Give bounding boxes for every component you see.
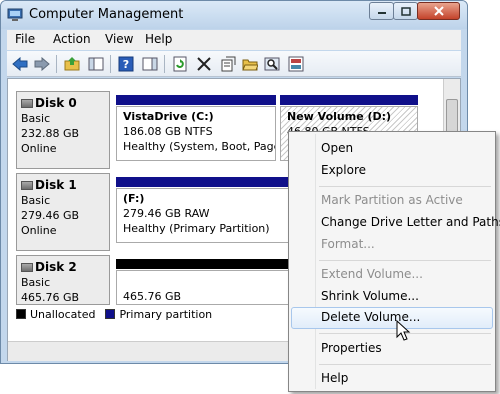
mouse-cursor-icon [396, 320, 411, 341]
open-folder-button[interactable] [241, 55, 259, 73]
title-bar[interactable]: Computer Management [1, 1, 467, 29]
legend-primary-partition: Primary partition [119, 307, 213, 321]
legend-unallocated: Unallocated [30, 307, 96, 321]
settings-icon [288, 56, 304, 72]
menu-help[interactable]: Help [291, 368, 493, 390]
disk-1-label[interactable]: Disk 1 Basic 279.46 GB Online [16, 173, 110, 251]
disk-status: Online [21, 224, 57, 237]
disk-0-label[interactable]: Disk 0 Basic 232.88 GB Online [16, 91, 110, 169]
show-hide-tree-button[interactable] [87, 55, 105, 73]
search-icon [264, 57, 280, 71]
menu-view[interactable]: View [105, 32, 133, 46]
disk-icon [21, 99, 33, 108]
window-title: Computer Management [29, 7, 184, 22]
toolbar-separator [56, 55, 57, 73]
menu-extend-volume[interactable]: Extend Volume... [291, 264, 493, 286]
disk-size: 279.46 GB [21, 209, 80, 222]
disk-2-label[interactable]: Disk 2 Basic 465.76 GB [16, 255, 110, 305]
disk-icon [21, 263, 33, 272]
computer-management-icon [7, 8, 23, 21]
search-button[interactable] [263, 55, 281, 73]
help-icon: ? [118, 56, 134, 72]
menu-delete-volume[interactable]: Delete Volume... [291, 307, 493, 329]
open-folder-icon [242, 59, 258, 71]
back-icon [12, 57, 28, 71]
properties-icon [221, 56, 236, 72]
partition-bar [116, 95, 276, 105]
up-folder-button[interactable] [63, 55, 81, 73]
delete-button[interactable] [195, 55, 213, 73]
toolbar: ? [7, 51, 461, 77]
minimize-icon [377, 12, 386, 14]
disk-name: Disk 1 [35, 178, 77, 192]
disk-type: Basic [21, 112, 51, 125]
disk-type: Basic [21, 276, 51, 289]
disk-size: 465.76 GB [21, 291, 80, 304]
svg-text:?: ? [123, 58, 129, 71]
menu-bar: File Action View Help [7, 30, 461, 50]
up-folder-icon [64, 57, 80, 71]
help-button[interactable]: ? [117, 55, 135, 73]
partition-title: (F:) [123, 192, 145, 205]
menu-shrink-volume[interactable]: Shrink Volume... [291, 286, 493, 308]
menu-separator [319, 260, 491, 261]
maximize-icon [400, 6, 411, 16]
menu-separator [319, 186, 491, 187]
partition-title: VistaDrive (C:) [123, 110, 214, 123]
settings-button[interactable] [287, 55, 305, 73]
maximize-button[interactable] [393, 2, 418, 20]
properties-button[interactable] [219, 55, 237, 73]
properties-pane-icon [142, 57, 158, 71]
menu-properties[interactable]: Properties [291, 338, 493, 360]
forward-button[interactable] [33, 55, 51, 73]
menu-file[interactable]: File [15, 32, 35, 46]
menu-open[interactable]: Open [291, 138, 493, 160]
refresh-icon [173, 56, 187, 72]
primary-partition-swatch [105, 309, 116, 319]
partition-bar [280, 95, 418, 105]
partition-title: New Volume (D:) [287, 110, 392, 123]
menu-explore[interactable]: Explore [291, 160, 493, 182]
show-hide-tree-icon [88, 57, 104, 71]
delete-icon [197, 57, 211, 71]
back-button[interactable] [11, 55, 29, 73]
properties-pane-button[interactable] [141, 55, 159, 73]
menu-action[interactable]: Action [53, 32, 91, 46]
disk-size: 232.88 GB [21, 127, 80, 140]
close-button[interactable] [417, 2, 460, 20]
partition-c[interactable]: VistaDrive (C:) 186.08 GB NTFS Healthy (… [116, 106, 276, 161]
menu-mark-partition-active[interactable]: Mark Partition as Active [291, 190, 493, 212]
unallocated-swatch [16, 309, 26, 319]
forward-icon [34, 57, 50, 71]
menu-separator [319, 364, 491, 365]
toolbar-separator [110, 55, 111, 73]
minimize-button[interactable] [369, 2, 394, 20]
disk-icon [21, 181, 33, 190]
menu-format[interactable]: Format... [291, 234, 493, 256]
toolbar-separator [164, 55, 165, 73]
disk-type: Basic [21, 194, 51, 207]
refresh-button[interactable] [171, 55, 189, 73]
menu-change-drive-letter[interactable]: Change Drive Letter and Paths... [291, 212, 500, 234]
context-menu: Open Explore Mark Partition as Active Ch… [288, 131, 500, 392]
legend: Unallocated Primary partition [16, 307, 286, 321]
partition-health: Healthy (System, Boot, Page [123, 140, 276, 153]
menu-help[interactable]: Help [145, 32, 172, 46]
disk-status: Online [21, 142, 57, 155]
close-icon [433, 6, 444, 16]
partition-detail: 186.08 GB NTFS [123, 125, 213, 138]
disk-name: Disk 2 [35, 260, 77, 274]
disk-name: Disk 0 [35, 96, 77, 110]
